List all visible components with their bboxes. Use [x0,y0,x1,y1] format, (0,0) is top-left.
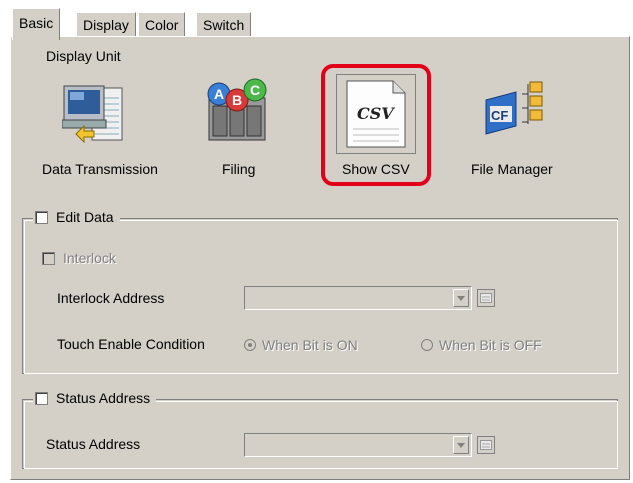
data-transmission-button[interactable] [61,76,126,148]
edit-data-toggle[interactable]: Edit Data [33,209,120,225]
svg-text:B: B [232,92,242,108]
when-bit-off-option[interactable]: When Bit is OFF [421,337,542,353]
file-manager-label: File Manager [471,161,553,177]
interlock-address-keypad-button[interactable] [477,289,495,307]
when-bit-off-label: When Bit is OFF [439,337,542,353]
interlock-label: Interlock [63,250,116,266]
display-unit-label: Display Unit [46,48,121,64]
when-bit-off-radio[interactable] [421,339,433,351]
svg-text:A: A [214,86,224,102]
edit-data-title: Edit Data [56,209,114,225]
interlock-address-label: Interlock Address [57,290,165,306]
file-manager-icon: CF [485,81,543,135]
cf-badge-text: CF [491,108,508,123]
data-transmission-icon [61,85,123,144]
chevron-down-icon[interactable] [453,436,469,454]
status-address-keypad-button[interactable] [477,436,495,454]
status-address-checkbox[interactable] [35,391,48,405]
touch-enable-condition-label: Touch Enable Condition [57,336,205,352]
keypad-icon [480,293,492,303]
chevron-down-icon[interactable] [453,289,469,307]
status-address-field-label: Status Address [46,436,141,452]
filing-icon: A B C [207,78,267,141]
keypad-icon [480,440,492,450]
status-address-title: Status Address [56,390,151,406]
interlock-option[interactable]: Interlock [42,250,116,266]
when-bit-on-label: When Bit is ON [262,337,358,353]
interlock-address-dropdown[interactable] [244,286,472,310]
tab-basic[interactable]: Basic [12,8,61,40]
show-csv-highlight [321,64,431,186]
tab-display[interactable]: Display [76,12,136,38]
when-bit-on-option[interactable]: When Bit is ON [244,337,358,353]
file-manager-button[interactable]: CF [482,76,546,148]
tab-switch[interactable]: Switch [196,12,252,38]
data-transmission-label: Data Transmission [42,161,158,177]
filing-button[interactable]: A B C [205,76,269,148]
svg-text:C: C [250,82,260,98]
filing-label: Filing [222,161,256,177]
status-address-toggle[interactable]: Status Address [33,390,157,406]
tab-color[interactable]: Color [138,12,186,38]
edit-data-checkbox[interactable] [35,210,48,224]
when-bit-on-radio[interactable] [244,339,256,351]
status-address-dropdown[interactable] [244,433,472,457]
interlock-checkbox[interactable] [42,251,55,265]
